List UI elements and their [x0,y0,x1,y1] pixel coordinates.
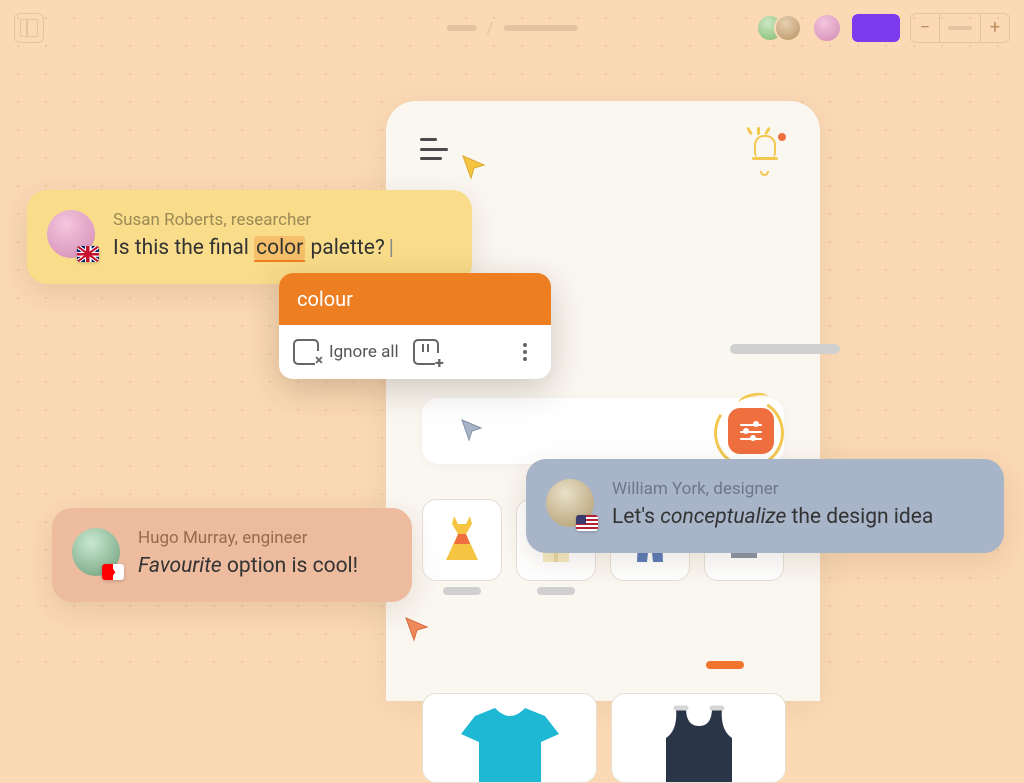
product-label-placeholder [537,587,575,595]
avatar[interactable] [774,14,802,42]
breadcrumb: / [447,18,578,37]
menu-button[interactable] [420,138,448,160]
product-card[interactable] [422,499,502,595]
tshirt-icon [455,704,565,783]
comment-text: Favourite option is cool! [138,552,358,580]
ignore-icon [293,339,319,365]
bell-icon [754,135,776,157]
top-bar: / − + [0,0,1024,55]
dictionary-add-icon [413,339,439,365]
spelling-highlight[interactable]: color [254,236,305,260]
breadcrumb-separator: / [487,18,494,37]
notification-dot [778,133,786,141]
zoom-controls: − + [910,13,1010,43]
text-cursor: | [389,234,394,262]
product-card-large[interactable] [611,693,786,783]
ignore-all-button[interactable]: Ignore all [293,339,399,365]
spelling-suggestion-popover: colour Ignore all [279,273,551,379]
price-accent [706,661,744,669]
breadcrumb-segment[interactable] [447,25,477,31]
comment-text[interactable]: Is this the final color palette?| [113,234,394,262]
zoom-level[interactable] [939,14,981,42]
dress-icon [440,514,484,566]
current-user-avatar[interactable] [812,13,842,43]
comment-author: Hugo Murray, engineer [138,528,358,548]
panel-toggle-button[interactable] [14,13,44,43]
suggestion-correction[interactable]: colour [279,273,551,325]
breadcrumb-segment[interactable] [503,25,577,31]
flag-canada-icon: ♦ [102,564,124,580]
comment-text: Let's conceptualize the design idea [612,503,933,531]
sliders-icon [740,422,762,440]
avatar: ♦ [72,528,120,576]
comment-author: William York, designer [612,479,933,499]
collaborator-avatars[interactable] [756,14,802,42]
featured-row [422,693,786,783]
flag-us-icon [576,515,598,531]
share-button[interactable] [852,14,900,42]
tanktop-icon [654,704,744,783]
more-options-button[interactable] [513,340,537,364]
avatar [47,210,95,258]
avatar [546,479,594,527]
product-card-large[interactable] [422,693,597,783]
filter-button[interactable] [728,408,774,454]
flag-uk-icon [77,246,99,262]
zoom-out-button[interactable]: − [911,14,939,42]
panel-icon [20,19,38,37]
comment-author: Susan Roberts, researcher [113,210,394,230]
comment-card-hugo[interactable]: ♦ Hugo Murray, engineer Favourite option… [52,508,412,602]
comment-card-william[interactable]: William York, designer Let's conceptuali… [526,459,1004,553]
notifications-button[interactable] [750,131,786,167]
product-label-placeholder [443,587,481,595]
comment-card-susan[interactable]: Susan Roberts, researcher Is this the fi… [27,190,472,284]
zoom-in-button[interactable]: + [981,14,1009,42]
add-to-dictionary-button[interactable] [413,339,439,365]
